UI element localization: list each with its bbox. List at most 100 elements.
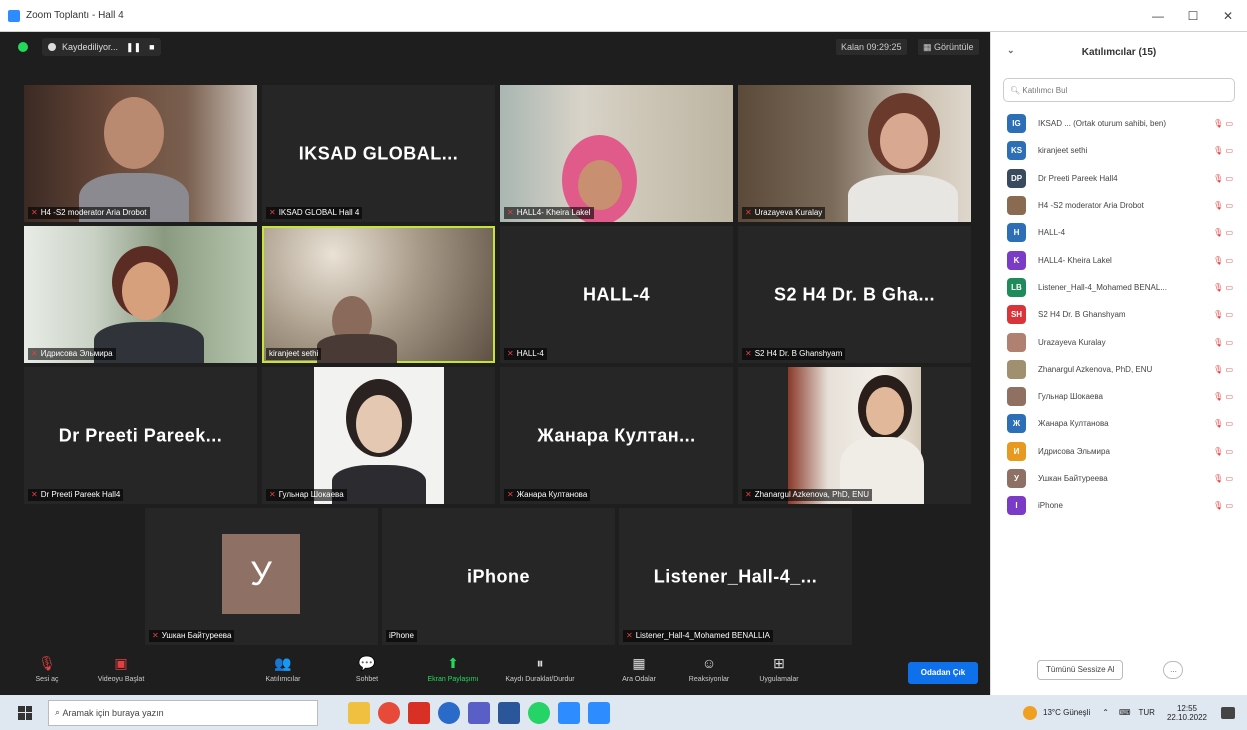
participant-avatar [1007, 332, 1026, 352]
participant-avatar: И [1007, 441, 1026, 461]
teams-icon[interactable] [468, 701, 490, 724]
participant-row[interactable]: H4 -S2 moderator Aria Drobot 🎙 ▭ [991, 192, 1247, 219]
tile-name-label: ✕ Zhanargul Azkenova, PhD, ENU [742, 489, 872, 501]
participant-row[interactable]: SH S2 H4 Dr. B Ghanshyam 🎙 ▭ [991, 301, 1247, 328]
close-button[interactable]: ✕ [1210, 0, 1246, 32]
participant-row[interactable]: Urazayeva Kuralay 🎙 ▭ [991, 328, 1247, 355]
chat-button[interactable]: 💬 Sohbet [332, 654, 402, 683]
participant-row[interactable]: KS kiranjeet sethi 🎙 ▭ [991, 137, 1247, 164]
share-screen-button[interactable]: ⬆ Ekran Paylaşımı [418, 654, 488, 683]
weather-icon [1023, 705, 1038, 720]
participant-row[interactable]: И Идрисова Эльмира 🎙 ▭ [991, 438, 1247, 465]
video-tile[interactable]: S2 H4 Dr. B Gha... ✕ S2 H4 Dr. B Ghanshya… [738, 226, 971, 363]
video-tile[interactable]: У ✕ Ушкан Байтуреева [145, 508, 378, 645]
participant-row[interactable]: Гульнар Шокаева 🎙 ▭ [991, 383, 1247, 410]
security-shield-icon[interactable] [18, 42, 28, 52]
participant-name: Listener_Hall-4_Mohamed BENAL... [1038, 282, 1167, 292]
notifications-icon[interactable] [1221, 706, 1235, 719]
video-tile[interactable]: HALL-4 ✕ HALL-4 [500, 226, 733, 363]
participant-row[interactable]: Ж Жанара Култанова 🎙 ▭ [991, 410, 1247, 437]
maximize-button[interactable]: ☐ [1175, 0, 1211, 32]
reactions-button[interactable]: ☺ Reaksiyonlar [674, 654, 744, 683]
participant-row[interactable]: H HALL-4 🎙 ▭ [991, 219, 1247, 246]
mic-muted-icon: ✕ [507, 490, 514, 499]
video-tile[interactable]: ✕ Zhanargul Azkenova, PhD, ENU [738, 367, 971, 504]
video-tile-active-speaker[interactable]: kiranjeet sethi [262, 226, 495, 363]
participant-search-input[interactable] [1022, 85, 1223, 95]
mic-video-status-icon: 🎙 ▭ [1213, 228, 1233, 238]
video-tile[interactable]: ✕ H4 -S2 moderator Aria Drobot [24, 85, 257, 222]
video-tile[interactable]: ✕ Гульнар Шокаева [262, 367, 495, 504]
video-off-icon: ▣ [114, 655, 128, 671]
tile-name-label: ✕ Listener_Hall-4_Mohamed BENALLIA [623, 630, 773, 642]
mic-muted-icon: ✕ [745, 208, 752, 217]
participant-face [880, 113, 928, 169]
mic-video-status-icon: 🎙 ▭ [1213, 201, 1233, 211]
search-icon: 🔍︎ [1010, 85, 1023, 95]
video-tile[interactable]: Жанара Култан... ✕ Жанара Култанова [500, 367, 733, 504]
mic-muted-icon: ✕ [626, 631, 633, 640]
search-icon: ⌕ [55, 707, 63, 717]
stop-recording-button[interactable]: ■ [149, 42, 154, 52]
participant-name: Ушкан Байтуреева [1038, 474, 1108, 483]
windows-start-icon[interactable] [18, 705, 32, 720]
keyboard-icon[interactable]: ⌨ [1119, 708, 1131, 717]
video-tile[interactable]: Listener_Hall-4_... ✕ Listener_Hall-4_Moh… [619, 508, 852, 645]
participant-avatar: H [1007, 223, 1026, 243]
mic-video-status-icon: 🎙 ▭ [1213, 146, 1233, 156]
chat-icon: 💬 [358, 655, 376, 671]
participant-avatar [1007, 387, 1026, 407]
window-titlebar: Zoom Toplantı - Hall 4 — ☐ ✕ [0, 0, 1247, 32]
reactions-icon: ☺ [701, 655, 717, 671]
unmute-button[interactable]: 🎙 Sesi aç [12, 654, 82, 683]
participant-row[interactable]: IiPhone 🎙 ▭ [991, 492, 1247, 519]
share-screen-icon: ⬆ [447, 655, 459, 671]
participant-search[interactable]: 🔍︎ [1003, 78, 1235, 102]
tray-chevron-icon[interactable]: ⌃ [1102, 708, 1109, 717]
participants-button[interactable]: 👥 Katılımcılar [248, 654, 318, 683]
start-video-button[interactable]: ▣ Videoyu Başlat [86, 654, 156, 683]
record-controls-icon: ⏸ [536, 655, 544, 671]
more-options-button[interactable]: ... [1163, 661, 1184, 679]
os-taskbar: ⌕ Aramak için buraya yazın 13°C Güneşli … [0, 695, 1247, 730]
breakout-rooms-button[interactable]: ▦ Ara Odalar [604, 654, 674, 683]
telegram-icon[interactable] [438, 701, 460, 724]
zoom-meeting-taskbar-icon[interactable] [588, 701, 610, 724]
pdf-icon[interactable] [408, 701, 430, 724]
participant-row[interactable]: Zhanargul Azkenova, PhD, ENU 🎙 ▭ [991, 356, 1247, 383]
video-tile[interactable]: Dr Preeti Pareek... ✕ Dr Preeti Pareek Ha… [24, 367, 257, 504]
participant-row[interactable]: DP Dr Preeti Pareek Hall4 🎙 ▭ [991, 165, 1247, 192]
video-tile[interactable]: ✕ HALL4- Kheira Lakel [500, 85, 733, 222]
participants-icon: 👥 [274, 655, 292, 671]
leave-meeting-button[interactable]: Odadan Çık [908, 662, 978, 684]
participant-name: HALL-4 [1038, 228, 1066, 238]
clock[interactable]: 12:55 22.10.2022 [1167, 704, 1207, 722]
participant-row[interactable]: LB Listener_Hall-4_Mohamed BENAL... 🎙 ▭ [991, 274, 1247, 301]
participant-row[interactable]: IG IKSAD ... (Ortak oturum sahibi, ben) 🎙 … [991, 110, 1247, 137]
minimize-button[interactable]: — [1140, 0, 1176, 32]
apps-button[interactable]: ⊞ Uygulamalar [744, 654, 814, 683]
word-icon[interactable] [498, 701, 520, 724]
zoom-app-icon [8, 9, 20, 22]
collapse-chevron-icon[interactable]: ⌄ [1007, 45, 1015, 56]
panel-footer: Tümünü Sessize Al ... [991, 645, 1247, 695]
chrome-icon[interactable] [378, 701, 400, 724]
mute-all-button[interactable]: Tümünü Sessize Al [1037, 660, 1124, 680]
file-explorer-icon[interactable] [348, 701, 370, 724]
video-tile[interactable]: IKSAD GLOBAL... ✕ IKSAD GLOBAL Hall 4 [262, 85, 495, 222]
participant-name: Zhanargul Azkenova, PhD, ENU [1038, 364, 1153, 374]
taskbar-search[interactable]: ⌕ Aramak için buraya yazın [48, 699, 318, 726]
pause-recording-button[interactable]: ❚❚ [126, 42, 141, 53]
video-tile[interactable]: ✕ Идрисова Эльмира [24, 226, 257, 363]
participant-row[interactable]: K HALL4- Kheira Lakel 🎙 ▭ [991, 246, 1247, 273]
participant-avatar [1007, 196, 1026, 216]
language-indicator[interactable]: TUR [1139, 708, 1155, 717]
participant-row[interactable]: У Ушкан Байтуреева 🎙 ▭ [991, 465, 1247, 492]
zoom-taskbar-icon[interactable] [558, 701, 580, 724]
pause-stop-recording-button[interactable]: ⏸ Kaydı Duraklat/Durdur [500, 654, 580, 683]
video-tile[interactable]: iPhone iPhone [382, 508, 615, 645]
video-tile[interactable]: ✕ Urazayeva Kuralay [738, 85, 971, 222]
participant-name: Dr Preeti Pareek Hall4 [1038, 173, 1118, 183]
whatsapp-icon[interactable] [528, 701, 550, 724]
view-button[interactable]: ▦ Görüntüle [918, 39, 979, 55]
